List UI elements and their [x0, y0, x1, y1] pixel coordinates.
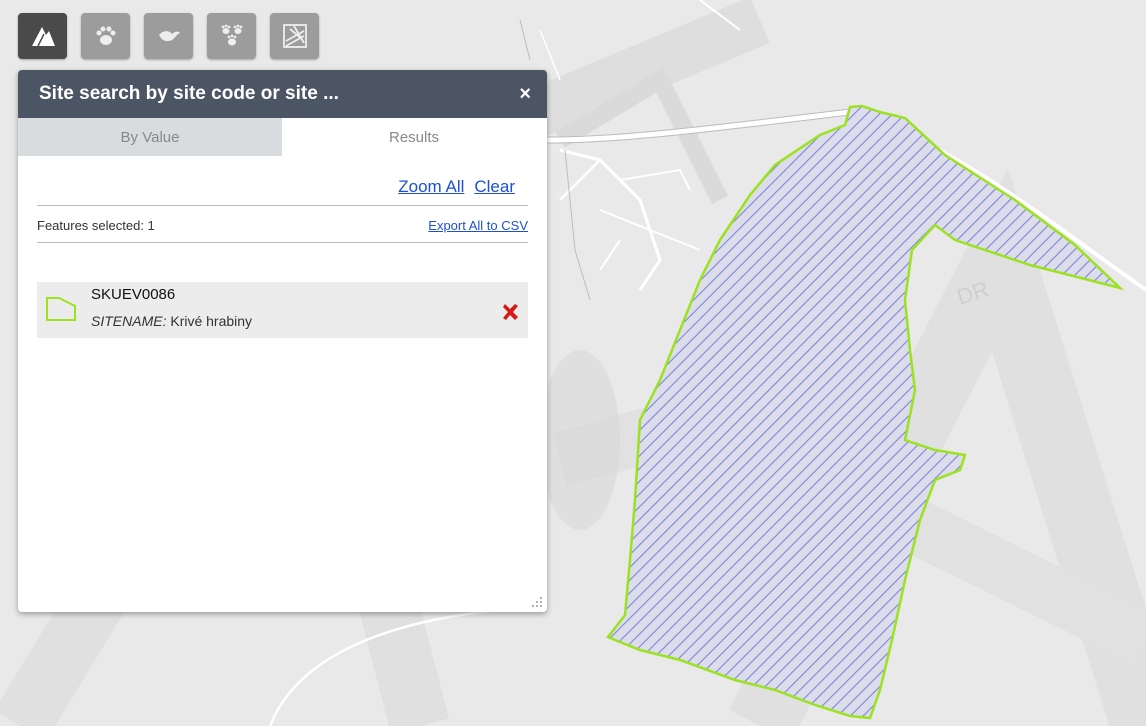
divider — [37, 242, 528, 243]
paw-group-icon — [221, 24, 242, 46]
attr-value: Krivé hrabiny — [166, 313, 253, 329]
site-name: SITENAME: Krivé hrabiny — [91, 313, 252, 329]
bird-icon — [158, 31, 180, 42]
panel-title: Site search by site code or site ... — [39, 83, 339, 104]
mountain-button[interactable] — [18, 13, 67, 59]
features-selected-count: Features selected: 1 — [37, 218, 155, 233]
habitat-icon — [282, 24, 307, 48]
panel-header: Site search by site code or site ... × — [18, 70, 547, 118]
paw-group-button[interactable] — [207, 13, 256, 59]
clear-link[interactable]: Clear — [474, 177, 515, 197]
status-line: Features selected: 1 Export All to CSV — [37, 218, 528, 233]
paw-button[interactable] — [81, 13, 130, 59]
panel-tabs: By Value Results — [18, 118, 547, 156]
export-csv-link[interactable]: Export All to CSV — [428, 218, 528, 233]
remove-icon[interactable] — [498, 300, 522, 324]
site-code: SKUEV0086 — [91, 286, 176, 303]
zoom-all-link[interactable]: Zoom All — [398, 177, 464, 197]
mountain-icon — [31, 27, 55, 47]
bird-button[interactable] — [144, 13, 193, 59]
attr-label: SITENAME: — [91, 313, 167, 329]
close-icon[interactable]: × — [519, 84, 531, 104]
polygon-icon — [46, 297, 76, 321]
paw-icon — [96, 26, 115, 45]
list-item[interactable]: SKUEV0086 SITENAME: Krivé hrabiny — [37, 282, 528, 338]
tab-by-value[interactable]: By Value — [18, 118, 282, 156]
tab-results[interactable]: Results — [282, 118, 546, 156]
habitat-button[interactable] — [270, 13, 319, 59]
divider — [37, 205, 528, 206]
layer-toolbar — [18, 13, 319, 59]
resize-handle-icon[interactable] — [531, 596, 543, 608]
result-actions: Zoom All Clear — [398, 177, 515, 197]
site-search-panel: Site search by site code or site ... × B… — [18, 70, 547, 612]
